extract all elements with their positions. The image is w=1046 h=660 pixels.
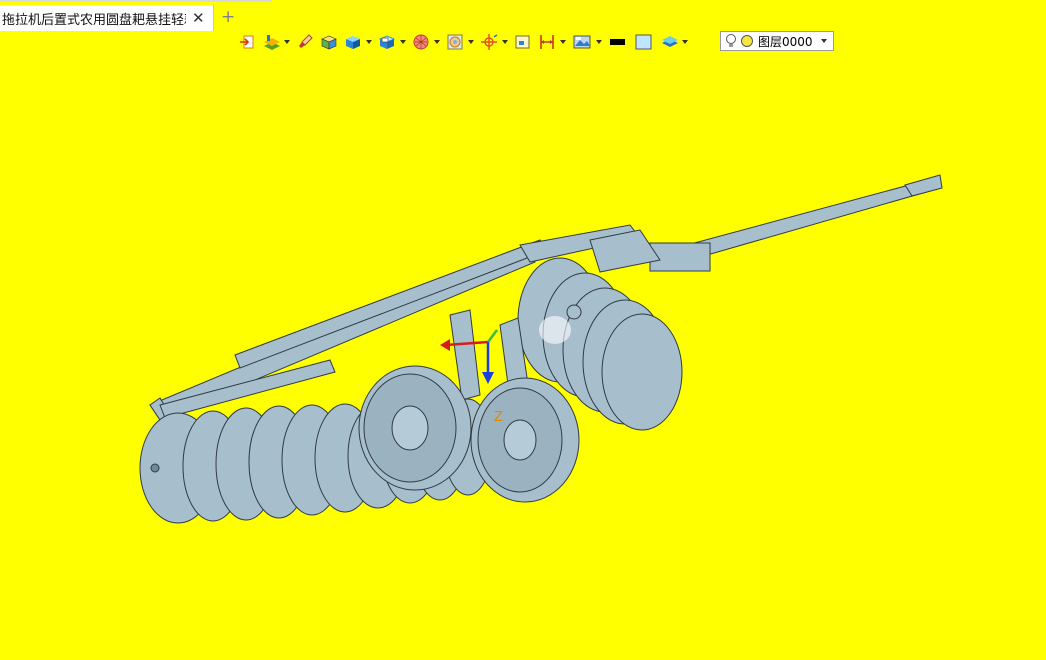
3d-viewport[interactable]: Z: [0, 56, 1046, 656]
tab-title: 拖拉机后置式农用圆盘耙悬挂轻耙]: [2, 12, 186, 28]
solid-block-icon[interactable]: [320, 32, 338, 52]
layer-color-dot: [741, 35, 753, 47]
add-tab-button[interactable]: +: [221, 7, 235, 27]
layers-icon[interactable]: [262, 32, 290, 52]
document-tab[interactable]: 拖拉机后置式农用圆盘耙悬挂轻耙] ✕: [0, 5, 214, 31]
import-icon[interactable]: [238, 32, 256, 52]
frame-icon[interactable]: [514, 32, 532, 52]
document-tab-bar: 拖拉机后置式农用圆盘耙悬挂轻耙] ✕ +: [0, 0, 1046, 31]
view-toolbar: [238, 31, 694, 53]
stack-layers-icon[interactable]: [660, 32, 688, 52]
chevron-down-icon[interactable]: [821, 39, 827, 43]
target-origin-icon[interactable]: [480, 32, 508, 52]
color-black-swatch[interactable]: [608, 32, 628, 52]
brush-icon[interactable]: [296, 32, 314, 52]
workplane-icon[interactable]: [572, 32, 602, 52]
display-mode-icon[interactable]: [378, 32, 406, 52]
layer-dropdown[interactable]: 图层0000: [720, 31, 834, 51]
disc-harrow-model: Z: [139, 174, 943, 524]
layer-name: 图层0000: [758, 34, 813, 49]
render-sphere-icon[interactable]: [412, 32, 440, 52]
lightbulb-icon[interactable]: [725, 33, 737, 49]
cube-icon[interactable]: [344, 32, 372, 52]
dimension-icon[interactable]: [538, 32, 566, 52]
view-cube-icon[interactable]: [446, 32, 474, 52]
color-blue-swatch[interactable]: [634, 32, 654, 52]
axis-label: Z: [494, 410, 503, 425]
close-icon[interactable]: ✕: [192, 10, 205, 26]
